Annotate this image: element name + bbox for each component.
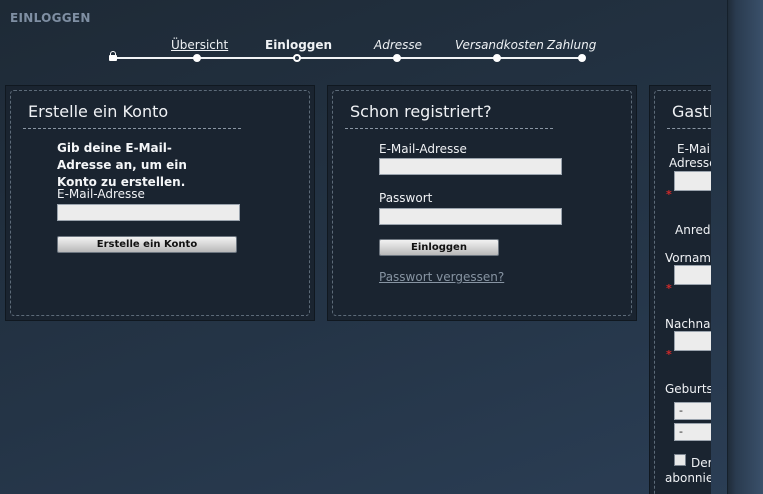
- progress-line: [113, 57, 583, 59]
- lock-icon: [109, 51, 117, 61]
- guest-email-label-2: Adresse: [669, 156, 711, 170]
- login-email-label: E-Mail-Adresse: [379, 142, 467, 156]
- guest-email-input[interactable]: [674, 171, 711, 191]
- step-shipping: Versandkosten: [455, 38, 544, 52]
- create-account-email-input[interactable]: [57, 204, 240, 221]
- step-login: Einloggen: [265, 38, 333, 52]
- login-title: Schon registriert?: [350, 102, 492, 121]
- newsletter-label-2: abonnie: [665, 471, 711, 485]
- create-account-title: Erstelle ein Konto: [28, 102, 169, 121]
- guest-email-label: E-Mail: [677, 142, 711, 156]
- step-address-dot: [393, 54, 401, 62]
- login-password-label: Passwort: [379, 191, 433, 205]
- title-divider: [23, 128, 241, 129]
- login-panel: Schon registriert? E-Mail-Adresse Passwo…: [327, 85, 637, 321]
- title-divider: [667, 128, 711, 129]
- title-divider: [345, 128, 553, 129]
- step-overview[interactable]: Übersicht: [171, 38, 228, 52]
- required-marker: *: [666, 348, 672, 361]
- guest-salutation-label: Anred: [675, 223, 711, 237]
- guest-panel: Gastb E-Mail Adresse * Anred Vorname * N…: [649, 85, 711, 494]
- login-password-input[interactable]: [379, 208, 562, 225]
- create-account-intro: Gib deine E-Mail-Adresse an, um ein Kont…: [57, 141, 187, 189]
- login-button[interactable]: Einloggen: [379, 239, 499, 256]
- required-marker: *: [666, 282, 672, 295]
- guest-title: Gastb: [672, 102, 711, 121]
- step-login-dot: [293, 54, 301, 62]
- guest-lastname-label: Nachnam: [665, 317, 711, 331]
- required-marker: *: [666, 188, 672, 201]
- newsletter-label: Der: [691, 456, 711, 470]
- create-account-button[interactable]: Erstelle ein Konto: [57, 236, 237, 253]
- step-overview-dot: [193, 54, 201, 62]
- birth-month-select[interactable]: -: [674, 423, 711, 441]
- guest-firstname-input[interactable]: [674, 265, 711, 285]
- guest-lastname-input[interactable]: [674, 331, 711, 351]
- step-address: Adresse: [374, 38, 423, 52]
- birth-day-select[interactable]: -: [674, 402, 711, 420]
- step-payment: Zahlung: [547, 38, 597, 52]
- guest-panel-clip: Gastb E-Mail Adresse * Anred Vorname * N…: [649, 85, 711, 494]
- step-shipping-dot: [493, 54, 501, 62]
- step-payment-dot: [578, 54, 586, 62]
- newsletter-checkbox[interactable]: [674, 454, 686, 466]
- create-account-email-label: E-Mail-Adresse: [57, 187, 145, 201]
- forgot-password-link[interactable]: Passwort vergessen?: [379, 270, 504, 284]
- guest-firstname-label: Vorname: [665, 251, 711, 265]
- guest-birthdate-label: Geburts: [665, 382, 711, 396]
- right-background-strip: [727, 0, 763, 494]
- login-email-input[interactable]: [379, 158, 562, 175]
- checkout-progress: Übersicht Einloggen Adresse Versandkoste…: [0, 0, 700, 70]
- create-account-panel: Erstelle ein Konto Gib deine E-Mail-Adre…: [5, 85, 315, 321]
